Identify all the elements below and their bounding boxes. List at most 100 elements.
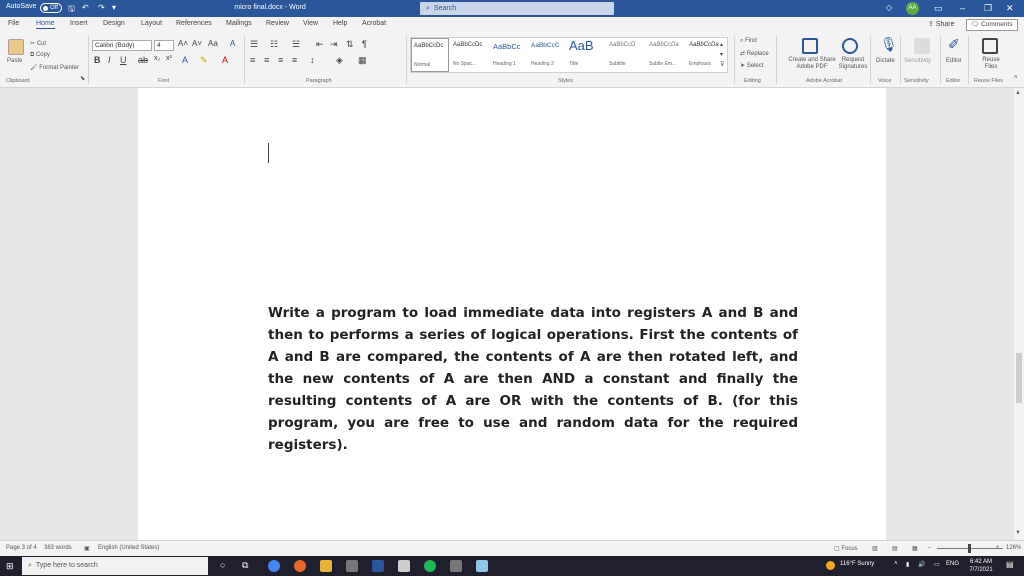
editor-pen-icon[interactable]: ✐ xyxy=(948,36,960,53)
tray-overflow-icon[interactable]: ˄ xyxy=(894,561,898,567)
microphone-icon[interactable]: 🎙 xyxy=(880,36,898,53)
font-size-select[interactable]: 4 xyxy=(154,40,174,51)
style-heading-1[interactable]: AaBbCc Heading 1 xyxy=(491,38,529,72)
zoom-in-icon[interactable]: + xyxy=(996,545,1000,551)
scroll-up-arrow-icon[interactable]: ▲ xyxy=(1015,90,1021,96)
pilcrow-icon[interactable]: ¶ xyxy=(362,39,367,49)
minimize-icon[interactable]: – xyxy=(960,3,965,13)
scroll-up-icon[interactable]: ▴ xyxy=(720,41,723,48)
search-box[interactable]: ⌕ Search xyxy=(420,2,614,15)
clock[interactable]: 6:42 AM 7/7/2021 xyxy=(966,558,996,574)
store-icon[interactable] xyxy=(346,560,358,572)
multilevel-list-icon[interactable]: ☱ xyxy=(292,39,300,50)
tab-file[interactable]: File xyxy=(8,20,19,27)
document-canvas[interactable]: Write a program to load immediate data i… xyxy=(0,88,1014,540)
request-signatures-button[interactable]: Request Signatures xyxy=(838,57,868,71)
numbering-icon[interactable]: ☷ xyxy=(270,39,278,50)
style-no-spacing[interactable]: AaBbCcDc No Spac... xyxy=(451,38,489,72)
create-share-pdf-button[interactable]: Create and Share Adobe PDF xyxy=(786,57,838,71)
close-icon[interactable]: ✕ xyxy=(1006,3,1014,14)
font-name-select[interactable]: Calibri (Body) xyxy=(92,40,152,51)
dictate-button[interactable]: Dictate xyxy=(876,58,895,64)
weather-status[interactable]: 116°F Sunny xyxy=(840,561,874,567)
tab-home[interactable]: Home xyxy=(36,20,55,29)
volume-icon[interactable]: 🔊 xyxy=(918,561,925,568)
tab-view[interactable]: View xyxy=(303,20,318,27)
italic-icon[interactable]: I xyxy=(108,55,111,65)
align-right-icon[interactable]: ≡ xyxy=(278,55,283,65)
scroll-down-icon[interactable]: ▾ xyxy=(720,51,723,58)
find-button[interactable]: ⌕ Find xyxy=(740,38,757,45)
autosave-toggle[interactable]: Off xyxy=(40,3,62,13)
request-signatures-icon[interactable] xyxy=(842,38,858,54)
decrease-indent-icon[interactable]: ⇤ xyxy=(316,39,324,50)
shading-icon[interactable]: ◈ xyxy=(336,55,343,66)
replace-button[interactable]: ⇄ Replace xyxy=(740,50,769,57)
spotify-icon[interactable] xyxy=(424,560,436,572)
tab-layout[interactable]: Layout xyxy=(141,20,162,27)
diamond-icon[interactable]: ◇ xyxy=(886,3,892,12)
taskbar-search[interactable]: ⌕ Type here to search xyxy=(22,557,208,575)
focus-button[interactable]: ▢ Focus xyxy=(834,545,858,552)
text-effects-icon[interactable]: A xyxy=(182,55,188,65)
style-title[interactable]: AaB Title xyxy=(567,38,605,72)
language-status[interactable]: English (United States) xyxy=(98,545,159,551)
style-subtle-emphasis[interactable]: AaBbCcDa Subtle Em... xyxy=(647,38,685,72)
network-icon[interactable]: ▭ xyxy=(934,561,940,568)
underline-icon[interactable]: U xyxy=(120,55,127,65)
more-styles-icon[interactable]: ⊽ xyxy=(720,61,724,68)
sensitivity-button[interactable]: Sensitivity xyxy=(904,58,931,64)
editor-button[interactable]: Editor xyxy=(946,58,962,64)
tab-acrobat[interactable]: Acrobat xyxy=(362,20,386,27)
bold-icon[interactable]: B xyxy=(94,55,101,65)
battery-icon[interactable]: ▮ xyxy=(906,561,909,568)
scroll-down-arrow-icon[interactable]: ▼ xyxy=(1015,530,1021,536)
word-icon[interactable] xyxy=(372,560,384,572)
vertical-scrollbar[interactable]: ▲ ▼ xyxy=(1014,88,1024,540)
grow-font-icon[interactable]: A˄ xyxy=(178,39,188,48)
cut-button[interactable]: ✂ Cut xyxy=(30,40,46,47)
justify-icon[interactable]: ≡ xyxy=(292,55,297,65)
increase-indent-icon[interactable]: ⇥ xyxy=(330,39,338,50)
windows-start-icon[interactable]: ⊞ xyxy=(6,561,14,572)
print-layout-icon[interactable]: ▤ xyxy=(892,545,898,552)
undo-icon[interactable]: ↶ xyxy=(82,3,89,12)
tab-review[interactable]: Review xyxy=(266,20,289,27)
zoom-level[interactable]: 126% xyxy=(1006,545,1021,551)
cortana-icon[interactable]: ○ xyxy=(220,560,225,570)
restore-icon[interactable]: ❐ xyxy=(984,3,992,14)
notifications-icon[interactable]: ▤ xyxy=(1006,560,1014,569)
style-subtitle[interactable]: AaBbCcD Subtitle xyxy=(607,38,645,72)
paste-label[interactable]: Paste xyxy=(7,58,22,64)
proofing-icon[interactable]: ▣ xyxy=(84,545,90,552)
comments-button[interactable]: 🗨 Comments xyxy=(966,19,1018,31)
borders-icon[interactable]: ▦ xyxy=(358,55,367,66)
language-indicator[interactable]: ENG xyxy=(946,561,959,567)
chrome-icon[interactable] xyxy=(268,560,280,572)
redo-icon[interactable]: ↷ xyxy=(98,3,105,12)
align-left-icon[interactable]: ≡ xyxy=(250,55,255,65)
ribbon-display-icon[interactable]: ▭ xyxy=(934,3,943,14)
select-button[interactable]: ➤ Select xyxy=(740,62,763,69)
create-pdf-icon[interactable] xyxy=(802,38,818,54)
paint-icon[interactable] xyxy=(398,560,410,572)
task-view-icon[interactable]: ⧉ xyxy=(242,560,248,571)
weather-icon[interactable] xyxy=(826,561,835,570)
save-icon[interactable]: 🖫 xyxy=(68,3,75,17)
style-heading-2[interactable]: AaBbCcC Heading 2 xyxy=(529,38,567,72)
scrollbar-thumb[interactable] xyxy=(1016,353,1022,403)
document-page[interactable]: Write a program to load immediate data i… xyxy=(138,88,886,540)
sort-icon[interactable]: ⇅ xyxy=(346,39,354,50)
reuse-files-button[interactable]: Reuse Files xyxy=(976,57,1006,71)
web-layout-icon[interactable]: ▦ xyxy=(912,545,918,552)
tab-help[interactable]: Help xyxy=(333,20,347,27)
document-body-text[interactable]: Write a program to load immediate data i… xyxy=(268,302,798,456)
firefox-icon[interactable] xyxy=(294,560,306,572)
subscript-icon[interactable]: x₂ xyxy=(154,55,160,62)
reuse-files-icon[interactable] xyxy=(982,38,998,54)
paste-icon[interactable] xyxy=(8,39,24,55)
shrink-font-icon[interactable]: A˅ xyxy=(192,39,202,48)
style-normal[interactable]: AaBbCcDc Normal xyxy=(411,38,449,72)
app-icon[interactable] xyxy=(450,560,462,572)
file-explorer-icon[interactable] xyxy=(320,560,332,572)
